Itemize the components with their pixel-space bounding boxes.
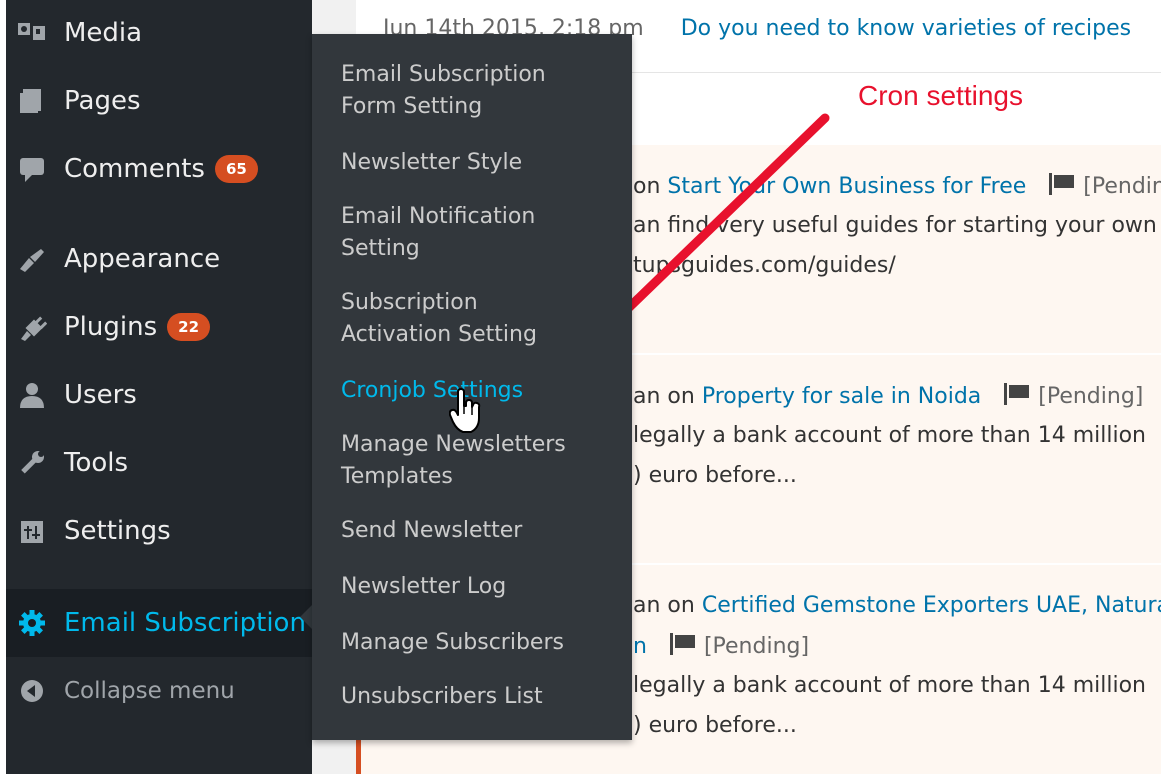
media-icon xyxy=(10,20,54,46)
comment-text: legally a bank account of more than 14 m… xyxy=(633,423,1147,448)
sidebar-item-tools[interactable]: Tools xyxy=(6,433,312,493)
flag-icon xyxy=(1004,383,1030,411)
sidebar-item-settings[interactable]: Settings xyxy=(6,501,312,561)
sidebar-item-email-subscription[interactable]: Email Subscription xyxy=(6,589,312,657)
sidebar-item-label: Settings xyxy=(64,516,171,546)
pages-icon xyxy=(10,87,54,115)
status-badge: [Pending] xyxy=(1083,174,1161,199)
comment-text: legally a bank account of more than 14 m… xyxy=(633,673,1147,698)
collapse-icon xyxy=(10,677,54,705)
status-badge: [Pending] xyxy=(703,634,810,659)
collapse-menu-button[interactable]: Collapse menu xyxy=(6,661,312,721)
submenu-newsletter-style[interactable]: Newsletter Style xyxy=(341,147,621,179)
sidebar-item-label: Plugins xyxy=(64,312,158,342)
sidebar-item-label: Media xyxy=(64,18,143,48)
sidebar-item-appearance[interactable]: Appearance xyxy=(6,229,312,289)
email-subscription-submenu: Email Subscription Form Setting Newslett… xyxy=(312,34,632,740)
submenu-newsletter-log[interactable]: Newsletter Log xyxy=(341,571,621,603)
appearance-icon xyxy=(10,245,54,273)
admin-sidebar: Media Pages Comments 65 Appearance Plugi… xyxy=(6,0,312,774)
submenu-manage-subscribers[interactable]: Manage Subscribers xyxy=(341,627,621,659)
settings-icon xyxy=(10,517,54,545)
sidebar-item-label: Email Subscription xyxy=(64,608,306,638)
submenu-form-setting[interactable]: Email Subscription Form Setting xyxy=(341,59,621,123)
submenu-manage-newsletters-templates[interactable]: Manage Newsletters Templates xyxy=(341,429,621,493)
comments-icon xyxy=(10,155,54,183)
sidebar-item-comments[interactable]: Comments 65 xyxy=(6,139,312,199)
active-menu-pointer xyxy=(300,605,312,629)
comment-text: ) euro before... xyxy=(633,463,797,488)
plugins-count-badge: 22 xyxy=(167,313,211,341)
submenu-unsubscribers-list[interactable]: Unsubscribers List xyxy=(341,681,621,713)
sidebar-item-users[interactable]: Users xyxy=(6,365,312,425)
sidebar-item-label: Pages xyxy=(64,86,141,116)
comment-text: ) euro before... xyxy=(633,713,797,738)
hand-pointer-icon xyxy=(449,388,481,433)
submenu-email-notification-setting[interactable]: Email Notification Setting xyxy=(341,201,621,265)
comment-post-link[interactable]: Do you need to know varieties of recipes xyxy=(681,16,1131,41)
status-badge: [Pending] xyxy=(1038,384,1144,409)
comments-count-badge: 65 xyxy=(214,155,258,183)
comment-post-link-cont[interactable]: n xyxy=(633,634,647,659)
sidebar-item-label: Appearance xyxy=(64,244,221,274)
sidebar-item-pages[interactable]: Pages xyxy=(6,71,312,131)
flag-icon xyxy=(1049,173,1075,201)
submenu-subscription-activation-setting[interactable]: Subscription Activation Setting xyxy=(341,287,621,351)
sidebar-item-label: Collapse menu xyxy=(64,678,235,704)
comment-meta: n [Pending] xyxy=(633,633,809,661)
sidebar-item-media[interactable]: Media xyxy=(6,3,312,63)
users-icon xyxy=(10,381,54,409)
sidebar-item-plugins[interactable]: Plugins 22 xyxy=(6,297,312,357)
flag-icon xyxy=(669,633,696,661)
comment-post-link[interactable]: Certified Gemstone Exporters UAE, Natura… xyxy=(702,593,1161,618)
annotation-label: Cron settings xyxy=(858,80,1023,111)
wrench-icon xyxy=(10,449,54,477)
plugins-icon xyxy=(10,313,54,341)
comment-meta: an on Certified Gemstone Exporters UAE, … xyxy=(633,593,1161,618)
sidebar-item-label: Users xyxy=(64,380,137,410)
sidebar-item-label: Comments xyxy=(64,154,205,184)
submenu-send-newsletter[interactable]: Send Newsletter xyxy=(341,515,621,547)
gear-icon xyxy=(10,608,54,638)
comment-author-suffix: an on xyxy=(633,593,695,618)
sidebar-item-label: Tools xyxy=(64,448,129,478)
